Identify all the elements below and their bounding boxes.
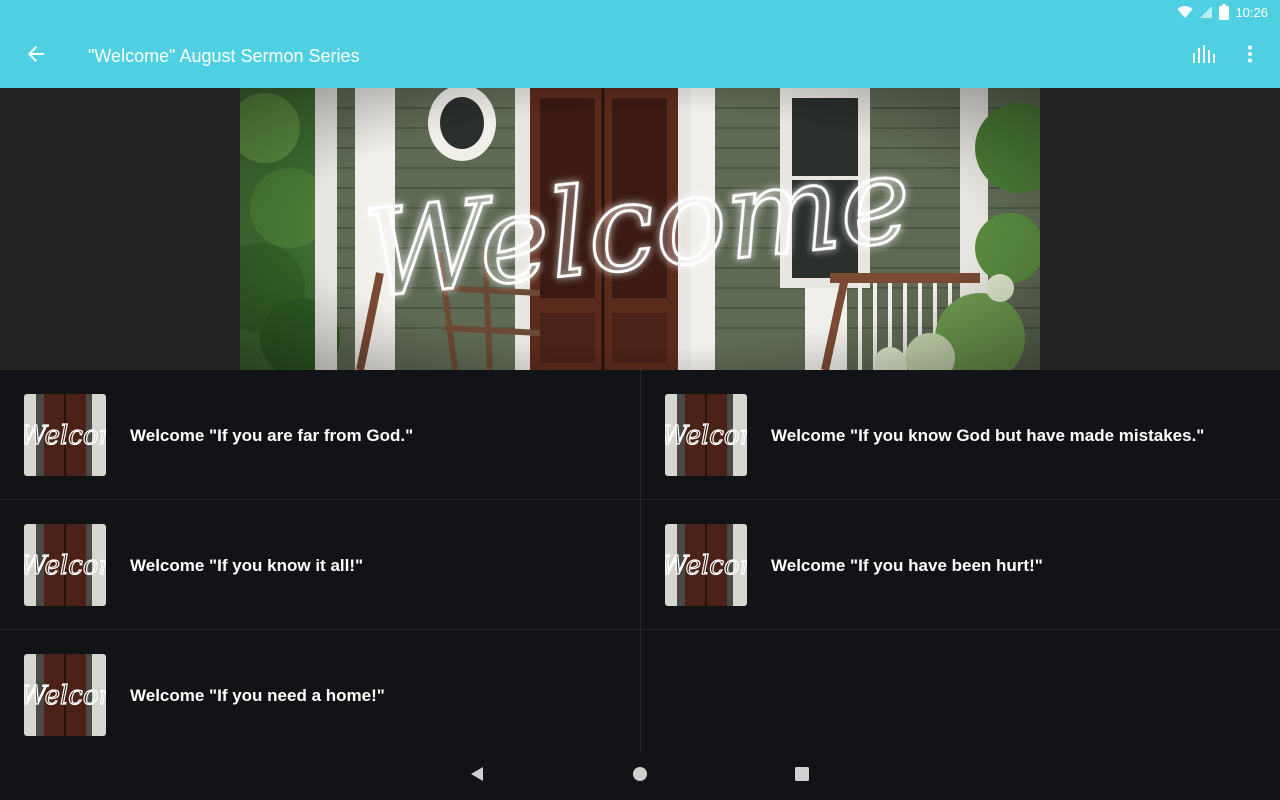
nav-back-button[interactable]	[461, 760, 493, 792]
series-hero-image[interactable]: Welcome	[240, 88, 1040, 370]
thumb-script-text: Welcom	[665, 551, 747, 581]
more-options-button[interactable]	[1234, 40, 1266, 72]
back-button[interactable]	[16, 36, 56, 76]
sermon-title: Welcome "If you need a home!"	[130, 686, 385, 705]
sermon-row: Welcom Welcome "If you are far from God.…	[0, 370, 1280, 500]
arrow-back-icon	[27, 45, 45, 68]
battery-icon	[1219, 4, 1230, 20]
sermon-thumbnail: Welcom	[24, 654, 106, 736]
sermon-item[interactable]: Welcom Welcome "If you have been hurt!"	[640, 500, 1280, 629]
thumb-script-text: Welcom	[665, 421, 747, 451]
audio-button[interactable]	[1188, 40, 1220, 72]
nav-recents-icon	[794, 766, 810, 787]
sermon-thumbnail: Welcom	[24, 524, 106, 606]
thumb-script-text: Welcom	[24, 551, 106, 581]
sermon-title: Welcome "If you know God but have made m…	[771, 426, 1205, 445]
system-nav-bar	[0, 752, 1280, 800]
sermon-title: Welcome "If you have been hurt!"	[771, 556, 1043, 575]
nav-recents-button[interactable]	[786, 760, 818, 792]
sermon-thumbnail: Welcom	[24, 394, 106, 476]
wifi-icon	[1177, 5, 1193, 19]
status-icons: 10:26	[1177, 3, 1268, 21]
empty-cell	[640, 630, 1280, 759]
sermon-item[interactable]: Welcom Welcome "If you know God but have…	[640, 370, 1280, 499]
sermon-thumbnail: Welcom	[665, 524, 747, 606]
status-time: 10:26	[1235, 4, 1268, 20]
thumb-script-text: Welcom	[24, 421, 106, 451]
signal-icon	[1199, 5, 1213, 19]
app-bar: "Welcome" August Sermon Series	[0, 24, 1280, 88]
thumb-script-text: Welcom	[24, 681, 106, 711]
nav-home-icon	[632, 766, 648, 787]
sermon-item[interactable]: Welcom Welcome "If you know it all!"	[0, 500, 640, 629]
sermon-title: Welcome "If you are far from God."	[130, 426, 414, 445]
nav-home-button[interactable]	[624, 760, 656, 792]
sermon-item[interactable]: Welcom Welcome "If you need a home!"	[0, 630, 640, 759]
sermon-item[interactable]: Welcom Welcome "If you are far from God.…	[0, 370, 640, 499]
sermon-row: Welcom Welcome "If you know it all!" Wel…	[0, 500, 1280, 630]
status-bar: 10:26	[0, 0, 1280, 24]
nav-back-icon	[469, 766, 485, 787]
sermon-thumbnail: Welcom	[665, 394, 747, 476]
equalizer-icon	[1192, 44, 1216, 68]
sermon-row: Welcom Welcome "If you need a home!"	[0, 630, 1280, 760]
hero-banner-area: Welcome	[0, 88, 1280, 370]
page-title: "Welcome" August Sermon Series	[88, 46, 360, 66]
sermon-title: Welcome "If you know it all!"	[130, 556, 364, 575]
sermon-list: Welcom Welcome "If you are far from God.…	[0, 370, 1280, 759]
more-vert-icon	[1247, 45, 1253, 68]
